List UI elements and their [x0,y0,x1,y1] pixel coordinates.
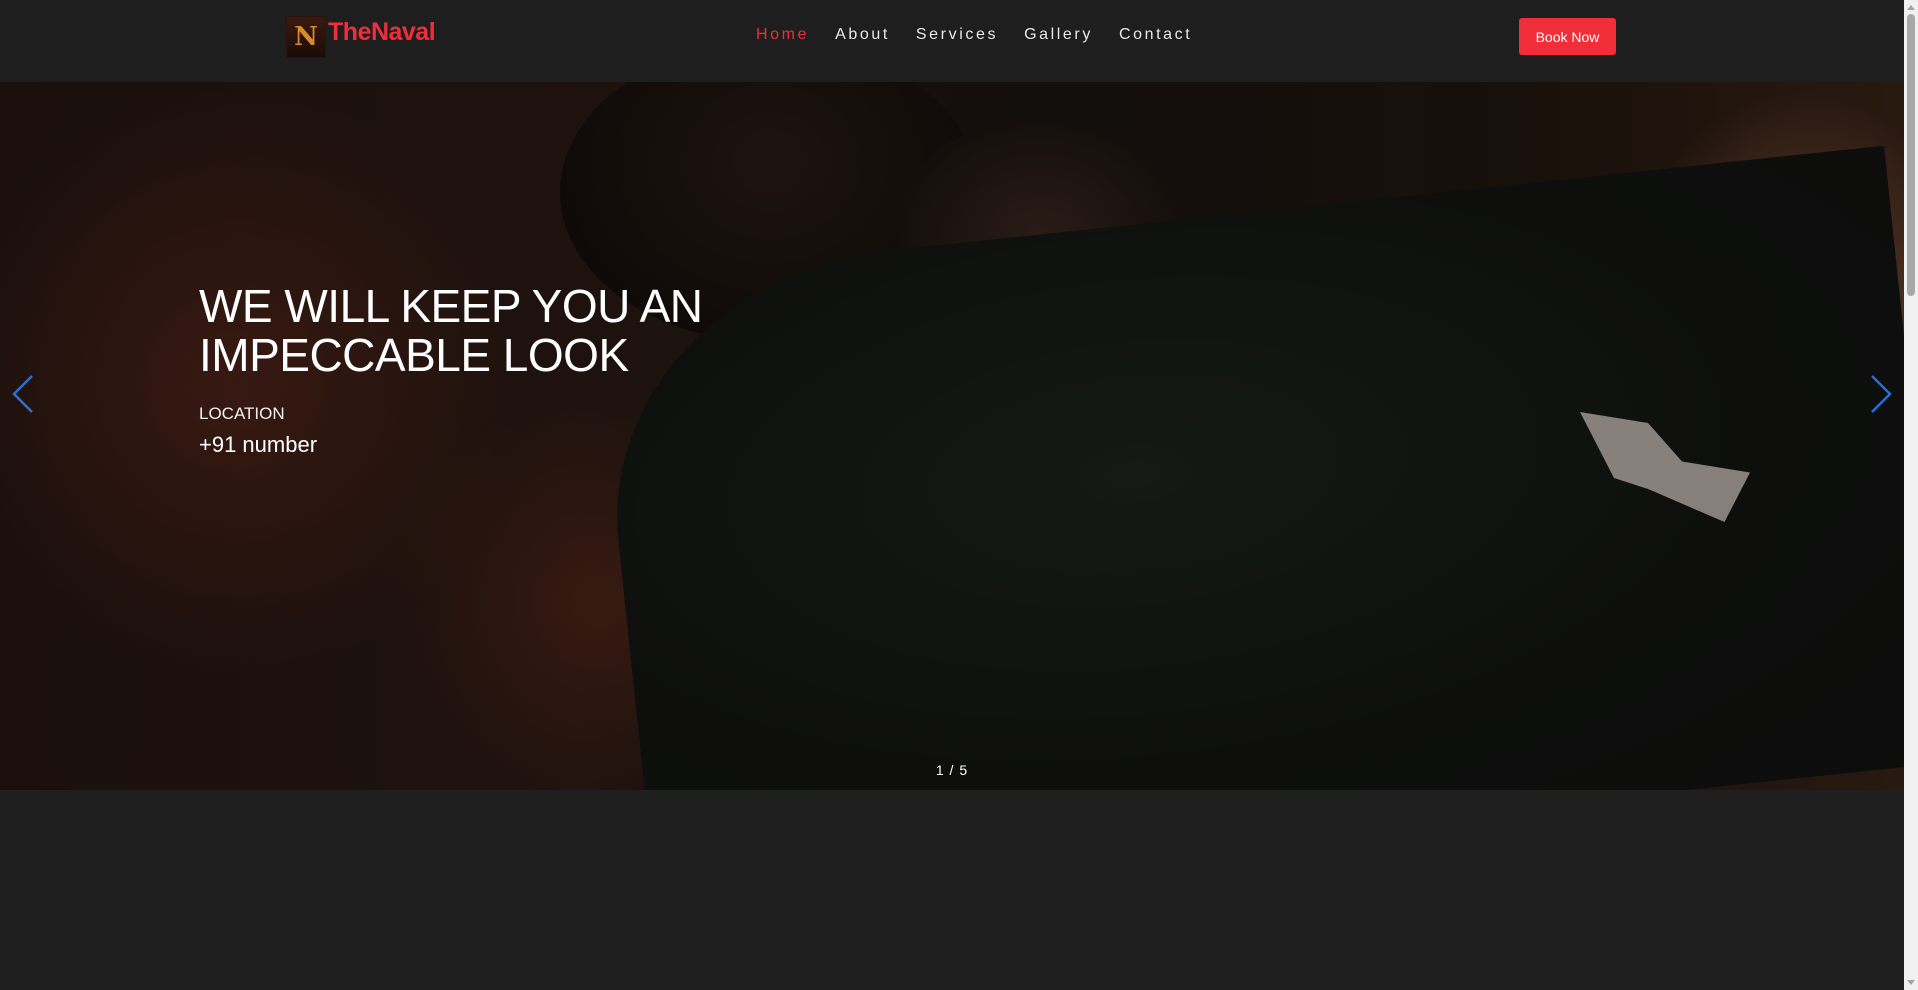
hero-slider: WE WILL KEEP YOU AN IMPECCABLE LOOK LOCA… [0,82,1904,790]
nav-contact[interactable]: Contact [1106,26,1205,44]
nav-home[interactable]: Home [743,26,822,44]
scroll-up-arrow-icon[interactable] [1907,5,1915,10]
nav-gallery[interactable]: Gallery [1011,26,1106,44]
nav-services[interactable]: Services [903,26,1011,44]
scroll-down-arrow-icon[interactable] [1907,980,1915,985]
scroll-thumb[interactable] [1907,14,1915,296]
slider-next-button[interactable] [1860,362,1900,422]
hero-caption: WE WILL KEEP YOU AN IMPECCABLE LOOK LOCA… [199,282,759,458]
hero-title: WE WILL KEEP YOU AN IMPECCABLE LOOK [199,280,703,381]
brand-logo: N [286,16,326,58]
slide-counter: 1 / 5 [935,762,969,778]
page-scrollbar[interactable] [1904,0,1918,990]
main-nav: Home About Services Gallery Contact [743,26,1205,44]
navbar: N TheNaval Home About Services Gallery C… [0,0,1904,82]
chevron-left-icon [12,375,33,413]
brand-name: TheNaval [328,17,436,46]
hero-phone: +91 number [199,432,318,457]
content-section [0,790,1904,990]
hero-location: LOCATION [199,404,285,423]
nav-about[interactable]: About [822,26,903,44]
slider-prev-button[interactable] [4,362,44,422]
book-now-button[interactable]: Book Now [1519,18,1616,55]
brand-link[interactable]: N TheNaval [286,16,436,58]
chevron-right-icon [1871,375,1892,413]
